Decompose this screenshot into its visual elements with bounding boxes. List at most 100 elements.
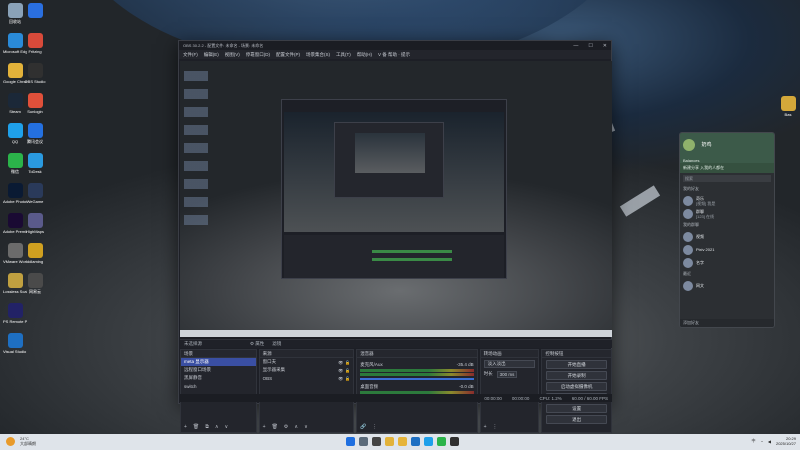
scene-item[interactable]: 远程窗口场景 [181,366,256,374]
desktop-icon[interactable]: Visual Studio Code [3,333,27,354]
qq-contact[interactable]: 视频 [680,230,774,243]
transitions-header: 转场动画 [480,350,539,358]
obs-window[interactable]: OBS 30.2.2 - 配置文件: 未命名 - 场景: 未命名 — ☐ ✕ 文… [178,40,612,433]
remove-source-button[interactable]: 🗑 [272,424,278,430]
lock-icon[interactable]: 🔓 [345,376,350,381]
qq-group-title[interactable]: 最近 [680,269,774,279]
transition-select[interactable]: 淡入淡出 [483,360,536,368]
search-input[interactable]: 搜索 [683,175,771,182]
menu-item[interactable]: 配置文件(P) [276,52,300,58]
link-icon[interactable]: 🔗 [360,424,366,430]
source-item[interactable]: 显示器采集 👁 🔓 [260,366,354,374]
source-properties-button[interactable]: ⚙ [284,424,288,430]
qq-group-title[interactable]: 我的好友 [680,184,774,194]
qq-group-title[interactable]: 我的群聊 [680,220,774,230]
duration-label: 时长 [483,371,493,376]
volume-slider[interactable] [360,378,474,380]
move-down-button[interactable]: ∨ [304,424,308,430]
menu-item[interactable]: 帮助(H) [357,52,372,58]
desktop-icon[interactable]: 腾讯会议 [23,123,47,144]
source-item[interactable]: OBS 👁 🔓 [260,374,354,382]
desktop-icon[interactable]: ToDesk [23,153,47,174]
desktop-icon[interactable]: OBS Studio [23,63,47,84]
desktop-icon-label: ddlaming [26,259,44,264]
filter-button[interactable]: ⧉ [205,424,209,430]
desktop-icon[interactable]: PS Remote Play [3,303,27,324]
chrome-icon[interactable] [385,437,394,446]
lock-icon[interactable]: 🔓 [345,360,350,365]
maximize-button[interactable]: ☐ [588,43,592,49]
add-transition-button[interactable]: + [484,424,487,430]
lock-icon[interactable]: 🔓 [345,368,350,373]
move-up-button[interactable]: ∧ [215,424,219,430]
settings-button[interactable]: 设置 [546,404,607,413]
weather-widget[interactable]: 24°C 大部晴朗 [4,436,36,446]
desktop: 回收站Microsoft EdgeGoogle ChromeSteamQQ微信A… [0,0,800,450]
add-source-button[interactable]: + [263,424,266,430]
start-recording-button[interactable]: 开始录制 [546,371,607,380]
eye-icon[interactable]: 👁 [338,360,343,365]
vscode-icon[interactable] [411,437,420,446]
scene-item[interactable]: switch [181,382,256,390]
nested-desktop-icons [184,71,208,231]
eye-icon[interactable]: 👁 [338,368,343,373]
desktop-icon[interactable]: 网易云 [23,273,47,294]
qq-banner[interactable]: 新建分享 入我的人都在 [680,163,774,173]
qq-icon[interactable] [424,437,433,446]
track-name: 麦克风/Aux [360,361,383,367]
desktop-icon[interactable]: Sunlogin [23,93,47,114]
remove-scene-button[interactable]: 🗑 [193,424,199,430]
menu-item[interactable]: 场景集合(S) [306,52,330,58]
desktop-icon[interactable]: WeGame [23,183,47,204]
minimize-button[interactable]: — [573,43,578,49]
move-up-button[interactable]: ∧ [294,424,298,430]
duration-input[interactable]: 300 ms [496,370,518,378]
ime-indicator[interactable]: 中 [751,438,755,444]
obs-icon[interactable] [450,437,459,446]
qq-contact[interactable]: 网文 [680,279,774,292]
task-view-icon[interactable] [372,437,381,446]
eye-icon[interactable]: 👁 [338,376,343,381]
menu-item[interactable]: 编辑(E) [204,52,219,58]
desktop-icon[interactable]: ddlaming [23,243,47,264]
qq-contact[interactable]: 群聊 [123] 在线 [680,207,774,220]
desktop-icon[interactable]: Fritzing [23,33,47,54]
menu-item[interactable]: 工具(T) [336,52,351,58]
source-item[interactable]: 窗口夫 👁 🔓 [260,358,354,366]
file-explorer-icon[interactable] [398,437,407,446]
transition-menu-button[interactable]: ⋮ [493,424,498,430]
scene-item[interactable]: 黑屏静音 [181,374,256,382]
desktop-icon[interactable]: HighMaps [23,213,47,234]
close-button[interactable]: ✕ [603,43,607,49]
qq-footer[interactable]: 添加好友 [680,319,774,327]
filters-button[interactable]: 滤镜 [272,341,281,347]
scene-item[interactable]: meta 显示器 [181,358,256,366]
desktop-icon[interactable] [23,3,47,19]
clock[interactable]: 20:29 2025/10/27 [776,436,796,446]
app-icon [27,183,43,198]
menu-item[interactable]: 文件(F) [183,52,198,58]
mixer-menu-button[interactable]: ⋮ [372,424,377,430]
title-bar[interactable]: OBS 30.2.2 - 配置文件: 未命名 - 场景: 未命名 — ☐ ✕ [179,41,611,50]
wifi-icon[interactable]: ◔ [760,439,762,444]
properties-button[interactable]: ⚙ 属性 [250,341,264,347]
preview-canvas[interactable] [180,61,612,337]
qq-contact[interactable]: Pixiv 2021 [680,243,774,256]
menu-item[interactable]: V 备 帮助 · 提示 [378,52,410,58]
move-down-button[interactable]: ∨ [225,424,229,430]
start-streaming-button[interactable]: 开始直播 [546,360,607,369]
windows-start-icon[interactable] [346,437,355,446]
start-virtual-camera-button[interactable]: 启动虚拟摄像机 [546,382,607,391]
desktop-icon[interactable]: Bas [776,96,800,117]
qq-contact[interactable]: 奇乐 [视频] 我是 [680,194,774,207]
volume-icon[interactable]: ◀ [768,439,771,444]
menu-item[interactable]: 停靠窗口(D) [246,52,270,58]
menu-item[interactable]: 视图(V) [225,52,240,58]
add-scene-button[interactable]: + [184,424,187,430]
avatar[interactable] [683,138,695,151]
wechat-icon[interactable] [437,437,446,446]
search-icon[interactable] [359,437,368,446]
qq-window[interactable]: 奶鸡 Balances 新建分享 入我的人都在 搜索 我的好友 奇乐 [视频] 我是… [679,132,775,328]
qq-contact[interactable]: 名字 [680,256,774,269]
exit-button[interactable]: 退出 [546,415,607,424]
